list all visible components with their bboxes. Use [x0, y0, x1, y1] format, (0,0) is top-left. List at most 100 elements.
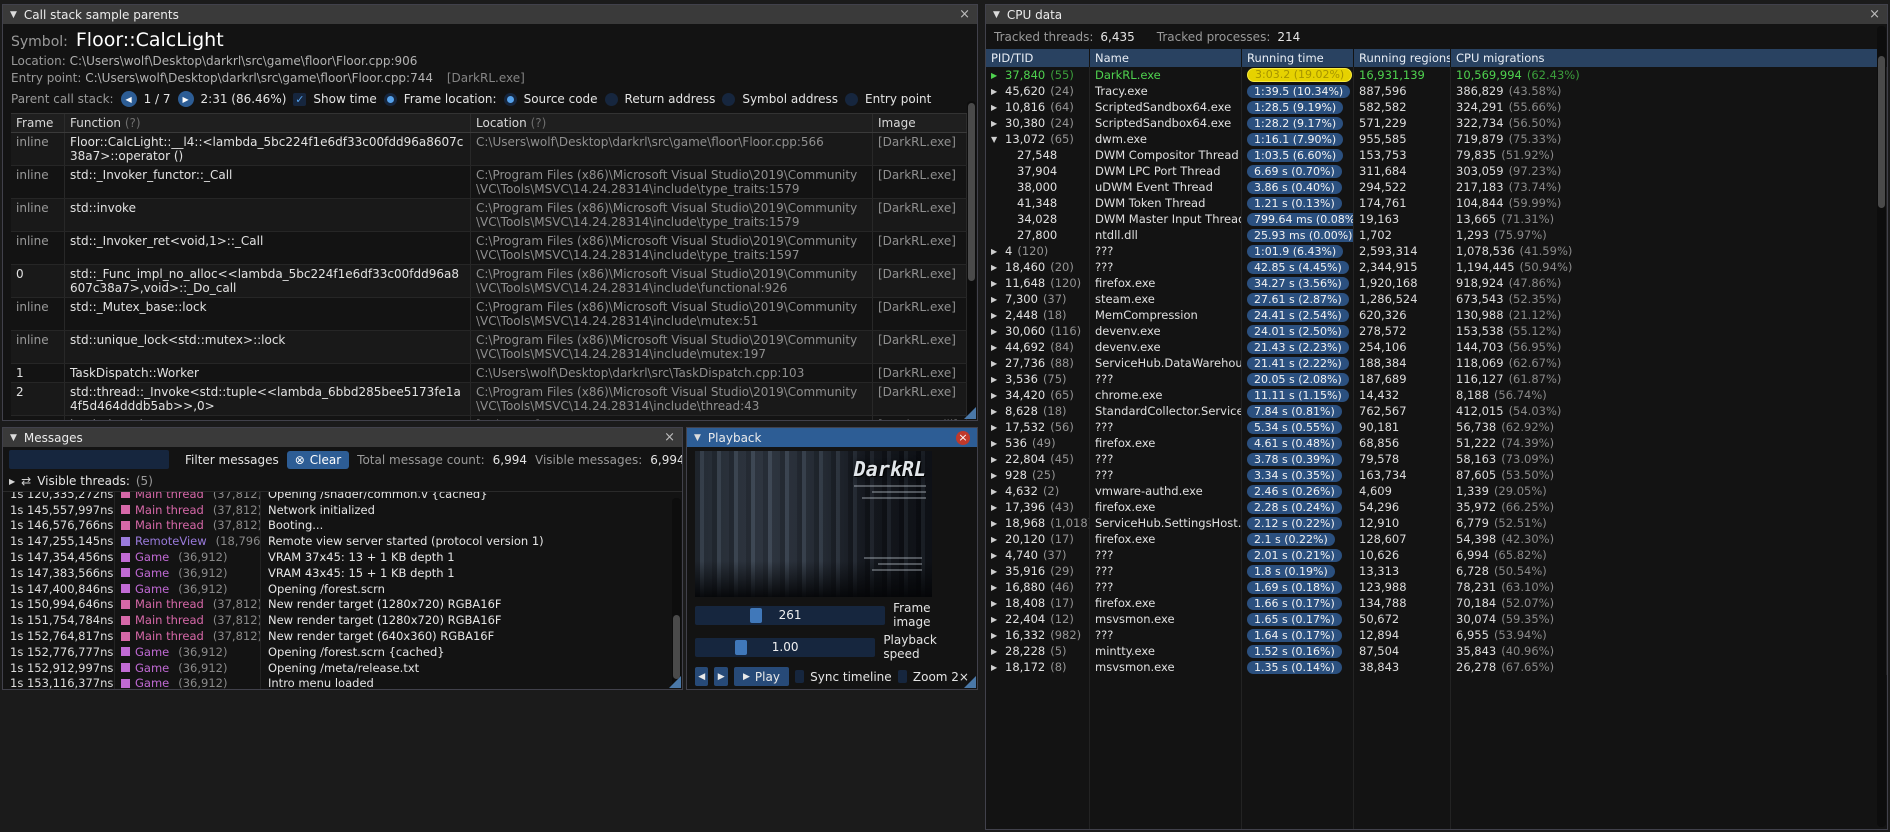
close-icon[interactable]: ×: [1869, 8, 1880, 21]
cpu-row[interactable]: ▶ 18,460 (20)??? 42.85 s (4.45%) 2,344,915 1,…: [986, 259, 1887, 275]
caret-right-icon[interactable]: ▶: [991, 279, 1005, 288]
cpu-row[interactable]: ▶ 7,300 (37) steam.exe 27.61 s (2.87%) 1,286,…: [986, 291, 1887, 307]
callstack-titlebar[interactable]: ▼ Call stack sample parents ×: [3, 5, 977, 24]
caret-right-icon[interactable]: ▶: [991, 647, 1005, 656]
scrollbar-thumb[interactable]: [673, 615, 680, 680]
cpu-row[interactable]: ▶ 3,536 (75)??? 20.05 s (2.08%) 187,689 116,1…: [986, 371, 1887, 387]
cpu-titlebar[interactable]: ▼ CPU data ×: [986, 5, 1887, 24]
caret-right-icon[interactable]: ▶: [991, 439, 1005, 448]
cpu-row[interactable]: ▶ 35,916 (29)??? 1.8 s (0.19%) 13,313 6,728 (5…: [986, 563, 1887, 579]
header-running-time[interactable]: Running time: [1242, 49, 1354, 67]
table-row[interactable]: inline std::_Invoker_ret<void,1>::_Call C:…: [11, 232, 967, 265]
message-row[interactable]: 1s 153,116,377ns Game (36,912) Intro menu l…: [3, 675, 682, 689]
cpu-scrollbar[interactable]: [1877, 26, 1886, 827]
scrollbar-thumb[interactable]: [968, 103, 975, 281]
table-row[interactable]: 2 std::thread::_Invoke<std::tuple<<lambda…: [11, 383, 967, 416]
tree-collapsed-icon[interactable]: ▶: [9, 477, 15, 486]
table-row[interactable]: 3beginthreadex[unknown][ucrtbase.dll]: [11, 416, 967, 420]
messages-titlebar[interactable]: ▼ Messages ×: [3, 428, 682, 447]
play-button[interactable]: ▶ Play: [733, 667, 789, 686]
close-icon[interactable]: ×: [959, 8, 970, 21]
table-row[interactable]: inline std::unique_lock<std::mutex>::lock…: [11, 331, 967, 364]
caret-right-icon[interactable]: ▶: [991, 311, 1005, 320]
cpu-row[interactable]: ▶ 4,632 (2) vmware-authd.exe 2.46 s (0.26%) 4…: [986, 483, 1887, 499]
cpu-row[interactable]: ▶ 4,740 (37)??? 2.01 s (0.21%) 10,626 6,994 (6…: [986, 547, 1887, 563]
cpu-row[interactable]: 37,904 DWM LPC Port Thread 6.69 s (0.70%) 3…: [986, 163, 1887, 179]
caret-right-icon[interactable]: ▶: [991, 663, 1005, 672]
caret-right-icon[interactable]: ▶: [991, 503, 1005, 512]
cpu-row[interactable]: ▶ 44,692 (84) devenv.exe 21.43 s (2.23%) 254,…: [986, 339, 1887, 355]
table-row[interactable]: inline std::invoke C:\Program Files (x86)\…: [11, 199, 967, 232]
cpu-row[interactable]: ▶ 536 (49) firefox.exe 4.61 s (0.48%) 68,856 5…: [986, 435, 1887, 451]
cpu-row[interactable]: 34,028 DWM Master Input Thread 799.64 ms (…: [986, 211, 1887, 227]
cpu-row[interactable]: 27,800 ntdll.dll 25.93 ms (0.00%) 1,702 1,29…: [986, 227, 1887, 243]
caret-right-icon[interactable]: ▶: [991, 247, 1005, 256]
table-row[interactable]: 0 std::_Func_impl_no_alloc<<lambda_5bc224…: [11, 265, 967, 298]
collapse-arrow-icon[interactable]: ▼: [10, 10, 17, 20]
caret-right-icon[interactable]: ▶: [991, 599, 1005, 608]
header-name[interactable]: Name: [1090, 49, 1242, 67]
caret-right-icon[interactable]: ▶: [991, 407, 1005, 416]
table-row[interactable]: inline Floor::CalcLight::__l4::<lambda_5b…: [11, 133, 967, 166]
frame-location-radio[interactable]: [383, 92, 397, 106]
message-row[interactable]: 1s 147,255,145ns RemoteView (18,796) Remote…: [3, 533, 682, 550]
filter-input[interactable]: [9, 450, 169, 469]
next-parent-button[interactable]: ▶: [177, 91, 194, 107]
message-row[interactable]: 1s 152,912,997ns Game (36,912) Opening /met…: [3, 659, 682, 676]
close-icon[interactable]: ×: [664, 431, 675, 444]
cpu-row[interactable]: 27,548 DWM Compositor Thread 1:03.5 (6.60%…: [986, 147, 1887, 163]
caret-right-icon[interactable]: ▶: [991, 375, 1005, 384]
cpu-row[interactable]: ▶ 10,816 (64) ScriptedSandbox64.exe 1:28.5 (…: [986, 99, 1887, 115]
caret-right-icon[interactable]: ▶: [991, 567, 1005, 576]
cpu-row[interactable]: ▶ 37,840 (55) DarkRL.exe 3:03.2 (19.02%) 16,9…: [986, 67, 1887, 83]
caret-right-icon[interactable]: ▶: [991, 535, 1005, 544]
resize-grip[interactable]: [669, 676, 681, 688]
cpu-row[interactable]: ▶ 18,968 (1,018) ServiceHub.SettingsHost.ex…: [986, 515, 1887, 531]
caret-right-icon[interactable]: ▶: [991, 455, 1005, 464]
cpu-row[interactable]: ▶ 11,648 (120) firefox.exe 34.27 s (3.56%) 1,…: [986, 275, 1887, 291]
caret-right-icon[interactable]: ▶: [991, 295, 1005, 304]
resize-grip[interactable]: [964, 407, 976, 419]
cpu-row[interactable]: 41,348 DWM Token Thread 1.21 s (0.13%) 174,…: [986, 195, 1887, 211]
cpu-row[interactable]: ▶ 22,404 (12) msvsmon.exe 1.65 s (0.17%) 50,6…: [986, 611, 1887, 627]
cpu-row[interactable]: ▶ 2,448 (18) MemCompression 24.41 s (2.54%) 6…: [986, 307, 1887, 323]
sync-timeline-checkbox[interactable]: [794, 670, 805, 683]
caret-right-icon[interactable]: ▶: [991, 327, 1005, 336]
scrollbar-thumb[interactable]: [1878, 56, 1885, 209]
cpu-row[interactable]: ▶ 30,380 (24) ScriptedSandbox64.exe 1:28.2 (…: [986, 115, 1887, 131]
message-row[interactable]: 1s 152,764,817ns Main thread (37,812) New r…: [3, 628, 682, 644]
caret-right-icon[interactable]: ▶: [991, 583, 1005, 592]
cpu-row[interactable]: ▶ 18,408 (17) firefox.exe 1.66 s (0.17%) 134,…: [986, 595, 1887, 611]
cpu-row[interactable]: ▶ 27,736 (88) ServiceHub.DataWarehouse 21.41…: [986, 355, 1887, 371]
help-marker[interactable]: (?): [531, 116, 547, 130]
show-time-checkbox[interactable]: ✓: [293, 92, 307, 106]
header-pid-tid[interactable]: PID/TID: [986, 49, 1090, 67]
message-row[interactable]: 1s 147,354,456ns Game (36,912) VRAM 37x45: …: [3, 549, 682, 565]
message-row[interactable]: 1s 120,335,272ns Main thread (37,812) Openi…: [3, 492, 682, 502]
table-row[interactable]: 1 TaskDispatch::Worker C:\Users\wolf\Deskt…: [11, 364, 967, 383]
caret-right-icon[interactable]: ▶: [991, 87, 1005, 96]
cpu-row[interactable]: ▼ 13,072 (65) dwm.exe 1:16.1 (7.90%) 955,585 7…: [986, 131, 1887, 147]
frame-image-slider[interactable]: 261: [695, 605, 886, 625]
visible-threads-row[interactable]: ▶ ⇄ Visible threads: (5): [3, 472, 682, 492]
caret-right-icon[interactable]: ▶: [991, 631, 1005, 640]
clear-button[interactable]: ⊗ Clear: [286, 450, 350, 469]
zoom-2x-checkbox[interactable]: [897, 670, 907, 683]
caret-right-icon[interactable]: ▶: [991, 391, 1005, 400]
prev-frame-button[interactable]: ◀: [695, 667, 709, 686]
message-row[interactable]: 1s 147,383,566ns Game (36,912) VRAM 43x45: …: [3, 564, 682, 581]
cpu-row[interactable]: ▶ 8,628 (18) StandardCollector.Service.e 7.8…: [986, 403, 1887, 419]
cpu-row[interactable]: 38,000 uDWM Event Thread 3.86 s (0.40%) 294…: [986, 179, 1887, 195]
entry-point-radio[interactable]: [845, 92, 858, 106]
return-address-radio[interactable]: [604, 92, 618, 106]
message-row[interactable]: 1s 150,994,646ns Main thread (37,812) New r…: [3, 596, 682, 613]
cpu-row[interactable]: ▶ 17,532 (56)??? 5.34 s (0.55%) 90,181 56,738…: [986, 419, 1887, 435]
caret-right-icon[interactable]: ▶: [991, 71, 1005, 80]
playback-titlebar[interactable]: ▼ Playback ×: [687, 428, 977, 447]
message-row[interactable]: 1s 145,557,997ns Main thread (37,812) Netwo…: [3, 501, 682, 518]
cpu-row[interactable]: ▶ 4 (120)??? 1:01.9 (6.43%) 2,593,314 1,078,5…: [986, 243, 1887, 259]
cpu-row[interactable]: ▶ 18,172 (8) msvsmon.exe 1.35 s (0.14%) 38,84…: [986, 659, 1887, 675]
caret-right-icon[interactable]: ▶: [991, 359, 1005, 368]
message-row[interactable]: 1s 147,400,846ns Game (36,912) Opening /for…: [3, 580, 682, 597]
symbol-address-radio[interactable]: [722, 92, 736, 106]
